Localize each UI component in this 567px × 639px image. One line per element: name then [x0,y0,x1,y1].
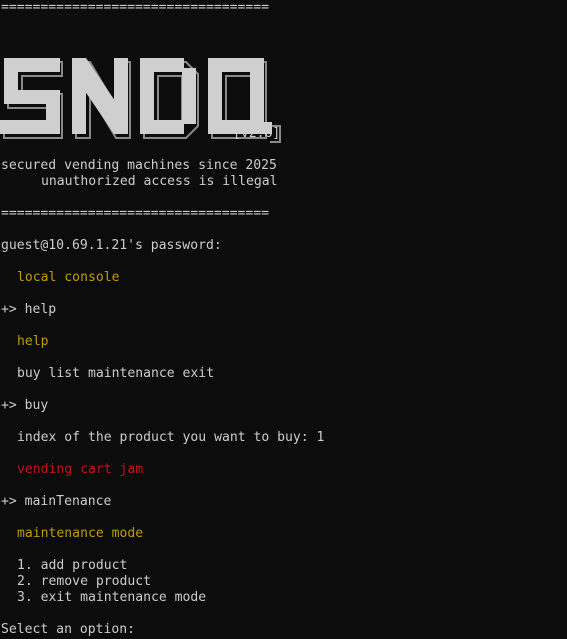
tagline-primary: secured vending machines since 2025 [1,158,277,173]
select-option-prompt[interactable]: Select an option: [1,622,135,638]
version-label: [v2.8] [233,126,281,141]
password-prompt: guest@10.69.1.21's password: [1,238,222,253]
local-console-message: local console [17,270,120,285]
tagline-warning: unauthorized access is illegal [41,174,278,189]
logo-letter-o [204,26,284,143]
command-maintenance: +> mainTenance [1,494,112,509]
buy-index-prompt: index of the product you want to buy: 1 [17,430,325,445]
logo-letter-d [136,26,202,139]
menu-option-remove-product: 2. remove product [17,574,152,589]
terminal-window[interactable]: ================================== [v2.8… [0,0,567,639]
command-help: +> help [1,302,57,317]
top-rule: ================================== [1,0,270,15]
logo-letter-n [68,26,134,139]
menu-option-add-product: 1. add product [17,558,128,573]
bottom-rule: ================================== [1,206,270,221]
maintenance-mode-heading: maintenance mode [17,526,144,541]
command-buy: +> buy [1,398,49,413]
help-command-list: buy list maintenance exit [17,366,215,381]
error-message: vending cart jam [17,462,144,477]
help-heading: help [17,334,49,349]
sndo-logo [0,26,284,143]
menu-option-exit-maintenance: 3. exit maintenance mode [17,590,207,605]
logo-letter-s [0,26,66,139]
